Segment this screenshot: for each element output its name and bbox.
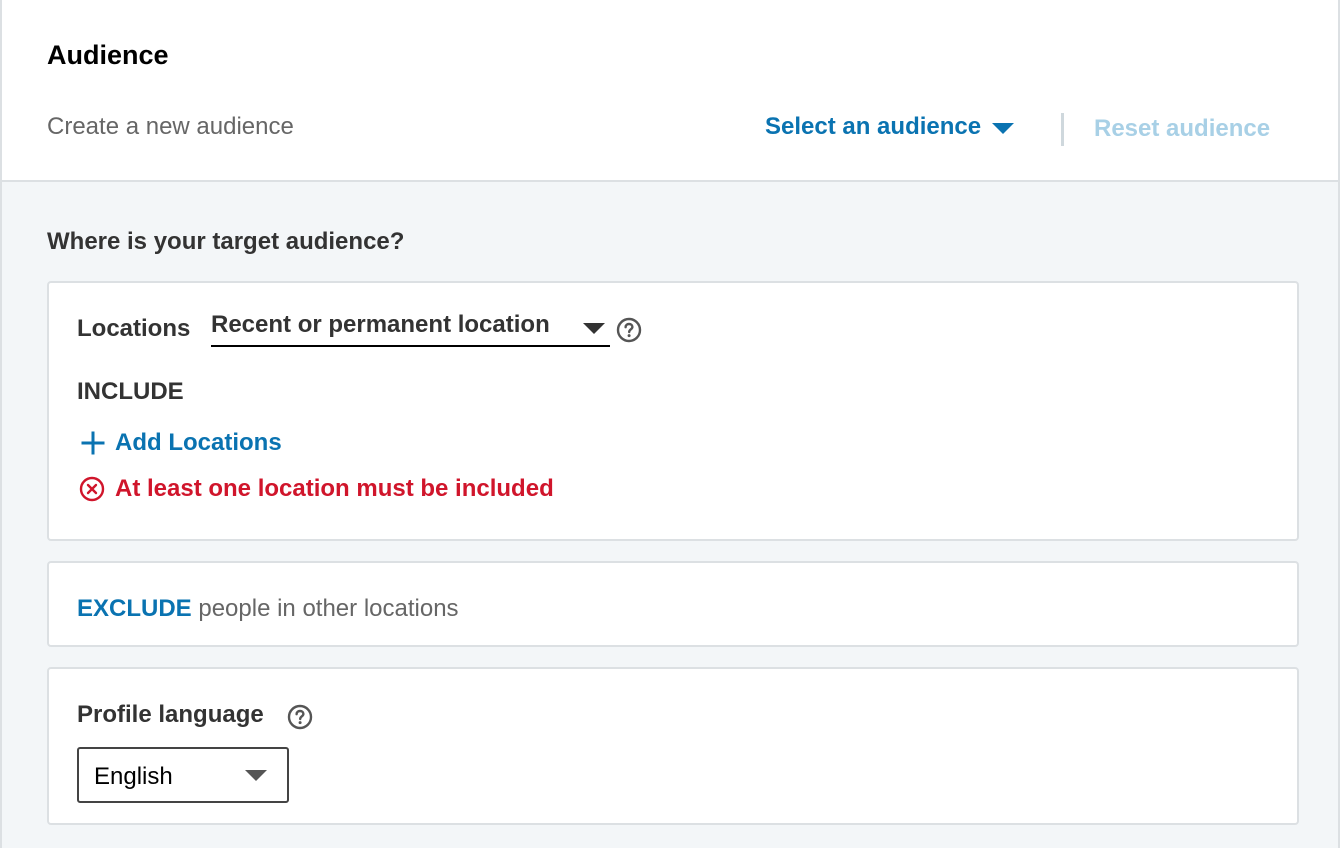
- help-icon[interactable]: [616, 317, 642, 343]
- help-icon[interactable]: [287, 704, 313, 730]
- audience-header: Audience Create a new audience Select an…: [2, 0, 1338, 182]
- exclude-row: EXCLUDE people in other locations: [77, 595, 459, 623]
- profile-language-card: Profile language English: [47, 667, 1299, 825]
- chevron-down-icon: [583, 323, 605, 334]
- audience-subtitle: Create a new audience: [47, 113, 294, 140]
- include-heading: INCLUDE: [77, 378, 184, 405]
- audience-panel: Audience Create a new audience Select an…: [0, 0, 1340, 848]
- select-audience-dropdown[interactable]: Select an audience: [765, 113, 1015, 141]
- add-locations-button[interactable]: Add Locations: [81, 429, 282, 457]
- reset-audience-button[interactable]: Reset audience: [1094, 115, 1270, 143]
- exclude-card: EXCLUDE people in other locations: [47, 561, 1299, 647]
- plus-icon: [81, 431, 105, 455]
- exclude-description: people in other locations: [198, 595, 459, 622]
- header-divider: [1061, 113, 1064, 146]
- locations-card: Locations Recent or permanent location I…: [47, 281, 1299, 541]
- error-circle-x-icon: [79, 476, 105, 502]
- chevron-down-icon: [245, 770, 267, 781]
- profile-language-label: Profile language: [77, 701, 264, 728]
- location-type-select[interactable]: Recent or permanent location: [211, 311, 610, 347]
- audience-title: Audience: [47, 40, 169, 70]
- add-locations-label: Add Locations: [115, 429, 282, 456]
- locations-label: Locations: [77, 315, 191, 342]
- target-audience-question: Where is your target audience?: [47, 228, 405, 255]
- location-type-value: Recent or permanent location: [211, 311, 550, 338]
- profile-language-select[interactable]: English: [77, 747, 289, 803]
- select-audience-label: Select an audience: [765, 113, 982, 140]
- location-error-message: At least one location must be included: [79, 475, 554, 503]
- location-error-text: At least one location must be included: [115, 475, 554, 502]
- profile-language-value: English: [94, 763, 173, 790]
- exclude-link[interactable]: EXCLUDE: [77, 595, 192, 622]
- chevron-down-icon: [992, 123, 1015, 134]
